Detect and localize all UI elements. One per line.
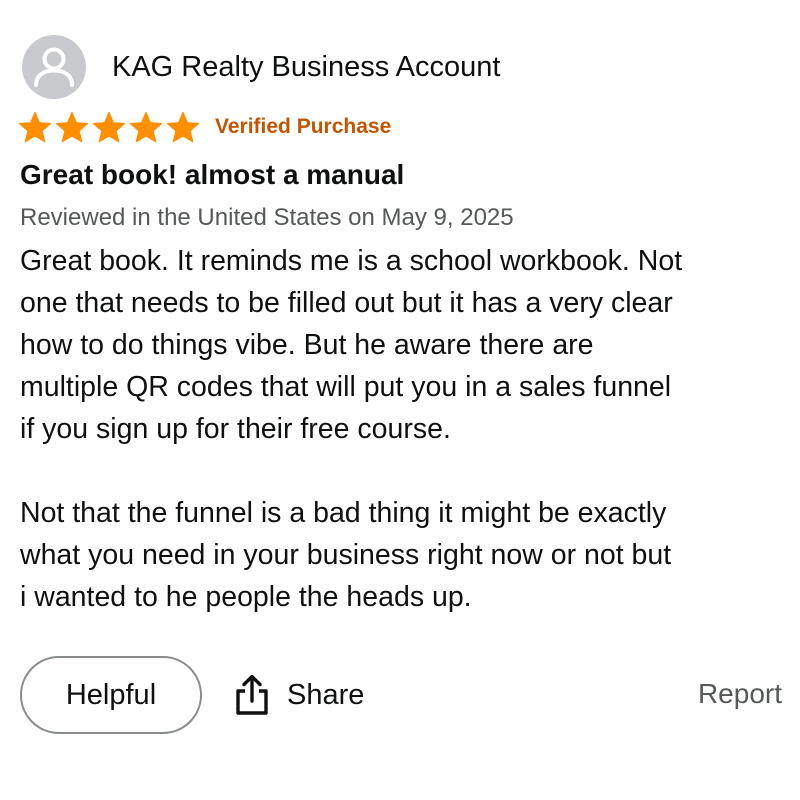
person-silhouette-icon xyxy=(34,47,74,87)
share-icon xyxy=(236,674,268,715)
review-title: Great book! almost a manual xyxy=(20,159,405,190)
review-body-line: Great book. It reminds me is a school wo… xyxy=(20,245,683,277)
share-button[interactable]: Share xyxy=(234,672,364,718)
avatar[interactable] xyxy=(22,35,86,99)
star-icon xyxy=(18,111,52,142)
helpful-button[interactable]: Helpful xyxy=(20,656,202,734)
review-body-line: if you sign up for their free course. xyxy=(20,413,451,445)
review-body-line: how to do things vibe. But he aware ther… xyxy=(20,329,594,361)
star-icon xyxy=(166,111,200,142)
review-body-line: multiple QR codes that will put you in a… xyxy=(20,371,672,403)
review-body-line: what you need in your business right now… xyxy=(20,539,672,571)
rating-row: Verified Purchase xyxy=(18,110,391,144)
verified-purchase-badge: Verified Purchase xyxy=(215,115,392,138)
review-date: Reviewed in the United States on May 9, … xyxy=(20,204,514,231)
review-actions: Helpful Share Report xyxy=(20,656,790,738)
star-icon xyxy=(55,111,89,142)
reviewer-name[interactable]: KAG Realty Business Account xyxy=(112,50,500,84)
share-label: Share xyxy=(287,678,365,711)
star-icon xyxy=(129,111,163,142)
review-paragraph: Great book. It reminds me is a school wo… xyxy=(20,240,790,450)
review-card: KAG Realty Business Account Verified Pur… xyxy=(0,0,800,800)
review-body: Great book. It reminds me is a school wo… xyxy=(20,240,790,618)
review-body-line: one that needs to be filled out but it h… xyxy=(20,287,673,319)
review-body-line: Not that the funnel is a bad thing it mi… xyxy=(20,497,667,529)
review-body-line: i wanted to he people the heads up. xyxy=(20,581,472,613)
star-rating[interactable] xyxy=(18,111,203,144)
review-paragraph: Not that the funnel is a bad thing it mi… xyxy=(20,492,790,618)
report-link[interactable]: Report xyxy=(698,678,782,710)
star-icon xyxy=(92,111,126,142)
reviewer-profile[interactable]: KAG Realty Business Account xyxy=(22,35,500,99)
